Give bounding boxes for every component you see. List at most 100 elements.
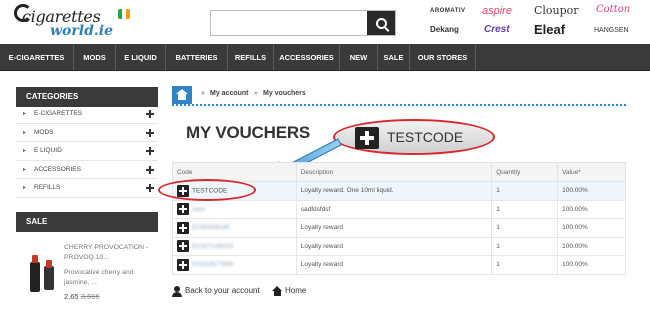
price-old: 3,66€ — [81, 292, 100, 301]
breadcrumb: » My account » My vouchers — [172, 86, 626, 106]
table-row[interactable]: ECIG428140 Loyalty reward 1 100.00% — [172, 218, 626, 238]
product-name[interactable]: CHERRY PROVOCATION - PROVOQ.10... — [64, 243, 156, 262]
category-item-e-liquid[interactable]: ▸ E LIQUID — [16, 142, 158, 161]
voucher-description: Loyalty reward — [295, 255, 493, 275]
sale-heading: SALE — [16, 212, 158, 232]
home-icon-base — [274, 291, 281, 296]
expand-plus-icon[interactable] — [146, 110, 154, 118]
site-header: cigarettes world.ie AROMATIV aspire Clou… — [0, 0, 650, 44]
product-image[interactable] — [24, 252, 60, 294]
table-row[interactable]: ECIG7145015 Loyalty reward 1 100.00% — [172, 236, 626, 256]
category-item-e-cigarettes[interactable]: ▸ E-CIGARETTES — [16, 105, 158, 124]
table-row[interactable]: ECIG2677846 Loyalty reward 1 100.00% — [172, 255, 626, 275]
callout-code-text: TESTCODE — [387, 129, 464, 145]
table-header-row: Code Description Quantity Value* — [172, 162, 626, 182]
search-icon — [375, 17, 387, 29]
category-label: REFILLS — [34, 184, 61, 191]
nav-item-our-stores[interactable]: OUR STORES — [410, 44, 476, 71]
breadcrumb-separator: » — [254, 90, 258, 97]
nav-item-refills[interactable]: REFILLS — [228, 44, 274, 71]
voucher-quantity: 1 — [491, 181, 559, 201]
bottle-cap-shape — [46, 260, 52, 268]
price-current: 2,65 — [64, 292, 79, 301]
category-label: MODS — [34, 128, 54, 136]
home-icon-base — [178, 94, 186, 100]
voucher-code: ECIG428140 — [192, 224, 230, 232]
voucher-quantity: 1 — [491, 218, 559, 238]
bullet-arrow-icon: ▸ — [23, 111, 27, 117]
brand-cotton[interactable]: Cotton — [596, 4, 630, 15]
site-logo[interactable]: cigarettes world.ie — [14, 4, 134, 42]
voucher-code-cell: xxxx — [172, 199, 297, 219]
voucher-description: Loyalty reward — [295, 236, 493, 256]
search-button[interactable] — [367, 11, 395, 35]
bullet-arrow-icon: ▸ — [23, 148, 27, 154]
expand-plus-icon[interactable] — [177, 221, 189, 234]
voucher-code: ECIG7145015 — [192, 242, 234, 250]
voucher-code-cell: ECIG428140 — [172, 218, 297, 238]
breadcrumb-my-account[interactable]: My account — [210, 90, 249, 97]
voucher-value: 100.00% — [557, 218, 626, 238]
nav-item-batteries[interactable]: BATTERIES — [166, 44, 228, 71]
bullet-arrow-icon: ▸ — [23, 129, 27, 136]
vouchers-table: Code Description Quantity Value* TESTCOD… — [172, 162, 626, 275]
category-list: ▸ E-CIGARETTES ▸ MODS ▸ E LIQUID ▸ ACCES… — [16, 105, 158, 198]
brand-logos: AROMATIV aspire Cloupor Cotton Dekang Cr… — [424, 2, 640, 42]
brand-eleaf[interactable]: Eleaf — [534, 22, 565, 37]
categories-heading: CATEGORIES — [16, 87, 158, 107]
voucher-code: ECIG2677846 — [192, 261, 234, 269]
voucher-value: 100.00% — [557, 199, 626, 219]
highlight-ellipse — [158, 179, 256, 201]
breadcrumb-home-button[interactable] — [172, 86, 192, 104]
home-icon — [272, 286, 283, 296]
brand-aspire[interactable]: aspire — [482, 5, 512, 17]
voucher-code: xxxx — [192, 205, 205, 213]
search-input[interactable] — [211, 11, 367, 35]
nav-item-e-liquid[interactable]: E LIQUID — [116, 44, 166, 71]
nav-item-e-cigarettes[interactable]: E-CIGARETTES — [0, 44, 74, 71]
expand-plus-icon[interactable] — [177, 203, 189, 216]
category-item-accessories[interactable]: ▸ ACCESSORIES — [16, 161, 158, 179]
breadcrumb-separator: » — [201, 90, 205, 97]
brand-dekang[interactable]: Dekang — [430, 25, 459, 34]
column-header-quantity: Quantity — [491, 162, 559, 182]
category-label: E-CIGARETTES — [34, 110, 83, 117]
logo-sub-text: world.ie — [50, 23, 113, 39]
home-link[interactable]: Home — [272, 286, 307, 296]
search-box — [210, 10, 396, 36]
home-label: Home — [285, 286, 307, 295]
expand-plus-icon[interactable] — [146, 128, 154, 137]
expand-plus-icon[interactable] — [177, 258, 189, 271]
voucher-quantity: 1 — [491, 255, 559, 275]
voucher-value: 100.00% — [557, 255, 626, 275]
category-item-mods[interactable]: ▸ MODS — [16, 124, 158, 142]
nav-item-mods[interactable]: MODS — [74, 44, 116, 71]
bottle-shape — [44, 266, 54, 290]
voucher-quantity: 1 — [491, 236, 559, 256]
brand-hangsen[interactable]: HANGSEN — [594, 27, 629, 34]
back-to-account-label: Back to your account — [185, 286, 260, 295]
sale-product: CHERRY PROVOCATION - PROVOQ.10... Provoc… — [16, 232, 158, 312]
product-price: 2,65 3,66€ — [64, 292, 99, 301]
expand-plus-icon[interactable] — [146, 147, 154, 155]
user-icon — [172, 286, 182, 297]
nav-item-new[interactable]: NEW — [340, 44, 378, 71]
back-to-account-link[interactable]: Back to your account — [172, 286, 260, 297]
brand-crest[interactable]: Crest — [484, 24, 510, 35]
price-old-value: 3,66 — [80, 292, 96, 301]
expand-plus-icon[interactable] — [146, 165, 154, 174]
page-title: MY VOUCHERS — [186, 123, 311, 142]
expand-plus-icon[interactable] — [177, 240, 189, 253]
brand-aromativ[interactable]: AROMATIV — [430, 8, 466, 14]
bottle-cap-shape — [32, 255, 38, 263]
bullet-arrow-icon: ▸ — [23, 185, 27, 191]
category-item-refills[interactable]: ▸ REFILLS — [16, 179, 158, 198]
bottle-shape — [30, 262, 40, 292]
expand-plus-icon[interactable] — [146, 184, 154, 192]
nav-item-accessories[interactable]: ACCESSORIES — [274, 44, 340, 71]
table-row[interactable]: xxxx sadfdsfdsf 1 100.00% — [172, 199, 626, 219]
product-description: Provocative cherry and jasmine, ... — [64, 269, 134, 286]
brand-cloupor[interactable]: Cloupor — [534, 4, 579, 17]
nav-item-sale[interactable]: SALE — [378, 44, 410, 71]
main-nav: E-CIGARETTES MODS E LIQUID BATTERIES REF… — [0, 44, 650, 71]
